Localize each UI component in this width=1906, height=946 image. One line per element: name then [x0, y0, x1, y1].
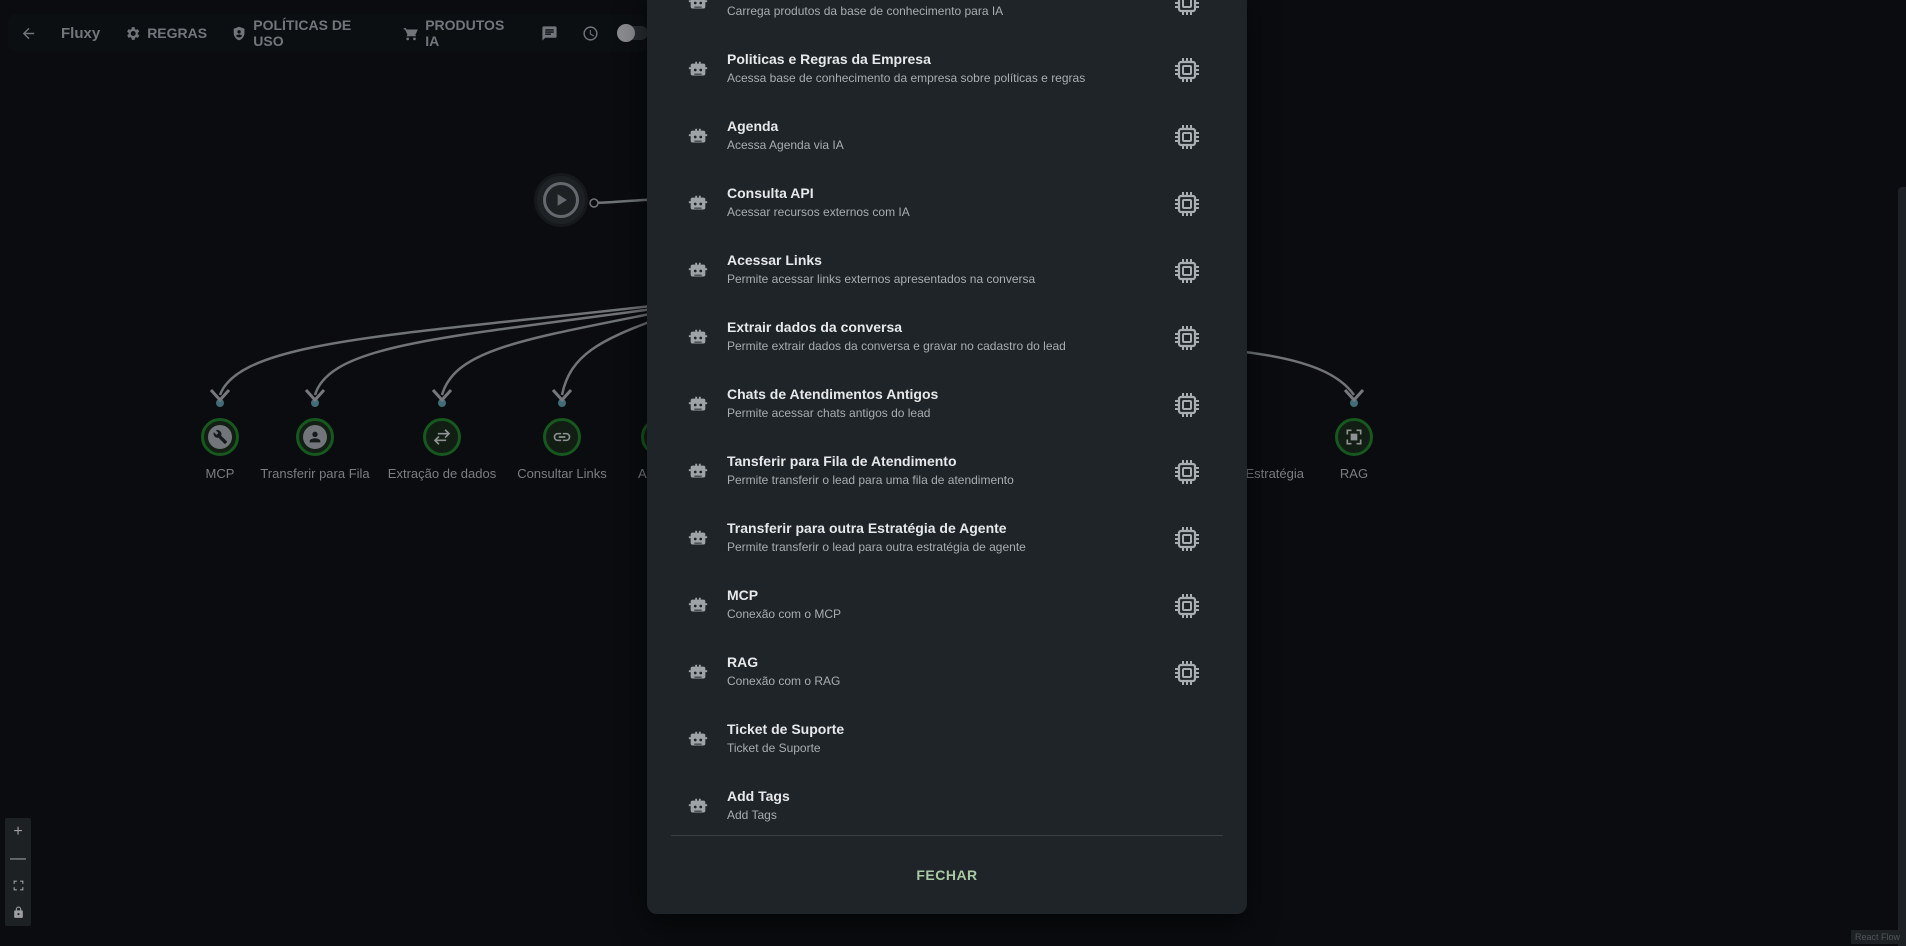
- tool-list-item[interactable]: Consulta API Acessar recursos externos co…: [647, 172, 1247, 232]
- tool-description: Carrega produtos da base de conhecimento…: [727, 4, 1004, 18]
- tool-description: Permite acessar links externos apresenta…: [727, 272, 1036, 286]
- tool-list-item[interactable]: MCP Conexão com o MCP: [647, 574, 1247, 634]
- tool-description: Ticket de Suporte: [727, 741, 821, 755]
- tool-list-item[interactable]: Politicas e Regras da Empresa Acessa base…: [647, 38, 1247, 98]
- chip-settings-icon[interactable]: [1173, 190, 1201, 218]
- tool-title: Ticket de Suporte: [727, 721, 845, 737]
- tool-list-item[interactable]: Transferir para outra Estratégia de Agen…: [647, 507, 1247, 567]
- robot-icon: [687, 394, 709, 416]
- tool-title: Tansferir para Fila de Atendimento: [727, 453, 957, 469]
- tool-list-item[interactable]: Ticket de Suporte Ticket de Suporte: [647, 708, 1247, 768]
- tool-description: Permite transferir o lead para uma fila …: [727, 473, 1014, 487]
- tool-description: Acessar recursos externos com IA: [727, 205, 910, 219]
- tool-title: MCP: [727, 587, 759, 603]
- tool-title: RAG: [727, 654, 759, 670]
- robot-icon: [687, 327, 709, 349]
- robot-icon: [687, 193, 709, 215]
- robot-icon: [687, 59, 709, 81]
- chip-settings-icon[interactable]: [1173, 458, 1201, 486]
- tool-title: Consulta API: [727, 185, 814, 201]
- close-button[interactable]: FECHAR: [899, 857, 995, 893]
- tool-description: Acessa Agenda via IA: [727, 138, 844, 152]
- robot-icon: [687, 662, 709, 684]
- tool-title: Acessar Links: [727, 252, 822, 268]
- chip-settings-icon[interactable]: [1173, 257, 1201, 285]
- robot-icon: [687, 0, 709, 14]
- tool-description: Permite extrair dados da conversa e grav…: [727, 339, 1066, 353]
- chip-settings-icon[interactable]: [1173, 56, 1201, 84]
- tool-list-item[interactable]: Carrega produtos da base de conhecimento…: [647, 0, 1247, 31]
- tool-title: Transferir para outra Estratégia de Agen…: [727, 520, 1007, 536]
- chip-settings-icon[interactable]: [1173, 391, 1201, 419]
- chip-settings-icon[interactable]: [1173, 123, 1201, 151]
- chip-settings-icon[interactable]: [1173, 659, 1201, 687]
- dialog-divider: [671, 835, 1223, 836]
- tool-description: Conexão com o MCP: [727, 607, 842, 621]
- robot-icon: [687, 126, 709, 148]
- tool-list-item[interactable]: Add Tags Add Tags: [647, 775, 1247, 835]
- tools-dialog: Carrega produtos da base de conhecimento…: [647, 0, 1247, 914]
- robot-icon: [687, 260, 709, 282]
- tool-title: Extrair dados da conversa: [727, 319, 903, 335]
- tool-list-item[interactable]: Tansferir para Fila de Atendimento Permit…: [647, 440, 1247, 500]
- tool-description: Permite transferir o lead para outra est…: [727, 540, 1026, 554]
- tool-title: Politicas e Regras da Empresa: [727, 51, 931, 67]
- tool-description: Conexão com o RAG: [727, 674, 841, 688]
- robot-icon: [687, 796, 709, 818]
- chip-settings-icon[interactable]: [1173, 324, 1201, 352]
- tool-title: Add Tags: [727, 788, 790, 804]
- robot-icon: [687, 528, 709, 550]
- tool-description: Permite acessar chats antigos do lead: [727, 406, 931, 420]
- tool-description: Add Tags: [727, 808, 777, 822]
- robot-icon: [687, 461, 709, 483]
- tool-title: Agenda: [727, 118, 779, 134]
- tool-title: Chats de Atendimentos Antigos: [727, 386, 939, 402]
- chip-settings-icon[interactable]: [1173, 525, 1201, 553]
- tool-description: Acessa base de conhecimento da empresa s…: [727, 71, 1086, 85]
- tool-list-item[interactable]: Acessar Links Permite acessar links exter…: [647, 239, 1247, 299]
- chip-settings-icon[interactable]: [1173, 592, 1201, 620]
- robot-icon: [687, 595, 709, 617]
- tool-list-item[interactable]: Extrair dados da conversa Permite extrair…: [647, 306, 1247, 366]
- tool-list-item[interactable]: RAG Conexão com o RAG: [647, 641, 1247, 701]
- tool-list-item[interactable]: Agenda Acessa Agenda via IA: [647, 105, 1247, 165]
- chip-settings-icon[interactable]: [1173, 0, 1201, 17]
- tool-list-item[interactable]: Chats de Atendimentos Antigos Permite ace…: [647, 373, 1247, 433]
- robot-icon: [687, 729, 709, 751]
